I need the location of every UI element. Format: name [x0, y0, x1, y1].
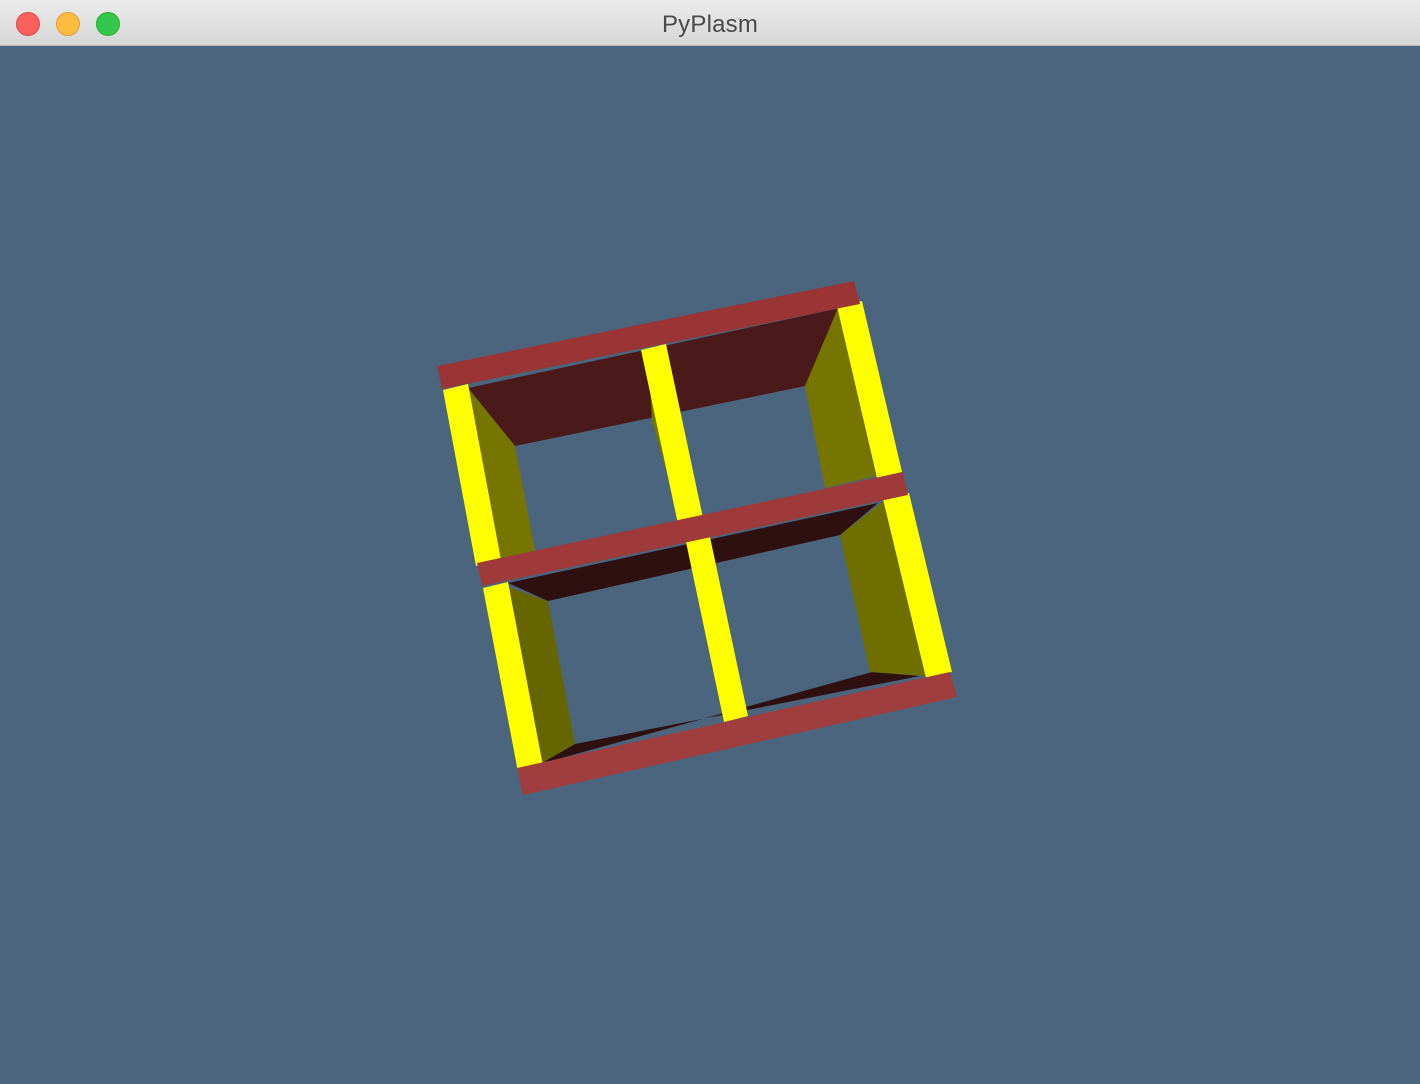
app-window: PyPlasm [0, 0, 1420, 1084]
bookshelf-render [437, 281, 957, 795]
3d-viewport[interactable] [0, 46, 1420, 1084]
center-lower-post [686, 537, 748, 722]
window-title: PyPlasm [661, 11, 759, 38]
title-bar[interactable]: PyPlasm [0, 0, 1420, 46]
